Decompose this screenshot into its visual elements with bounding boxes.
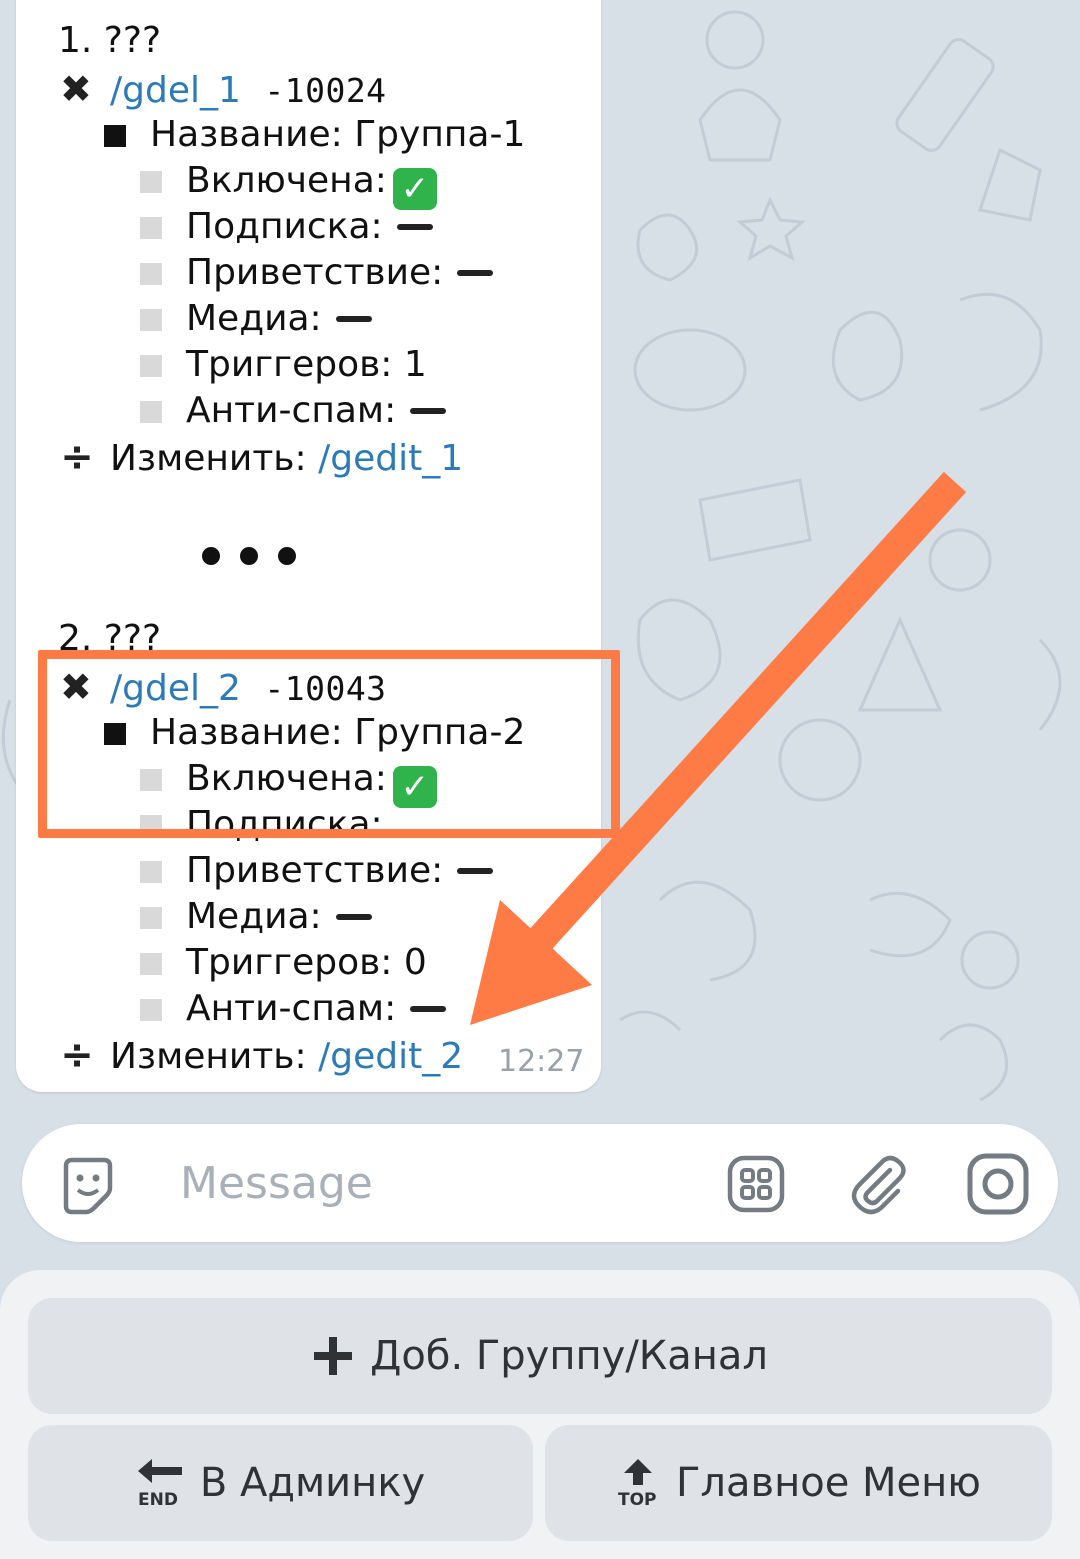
message-timestamp: 12:27 <box>498 1044 585 1079</box>
group-header: 1. ??? <box>58 20 162 61</box>
divide-icon: ÷ <box>60 434 94 480</box>
greeting-label: Приветствие: <box>186 252 444 293</box>
top-arrow-icon: TOP <box>616 1457 660 1509</box>
enabled-label: Включена: <box>186 160 387 201</box>
group-edit-row: ÷ Изменить: /gedit_2 <box>60 1032 463 1078</box>
minus-icon <box>410 1006 447 1012</box>
group-triggers-row: Триггеров: 0 <box>140 940 427 986</box>
edit-group-link[interactable]: /gedit_1 <box>318 438 463 479</box>
svg-text:TOP: TOP <box>618 1490 657 1509</box>
highlight-rectangle <box>38 650 620 838</box>
group-triggers-row: Триггеров: 1 <box>140 342 427 388</box>
group-media-row: Медиа: <box>140 894 372 940</box>
group-name-row: Название: Группа-1 <box>104 112 525 158</box>
media-label: Медиа: <box>186 298 322 339</box>
bot-commands-icon[interactable] <box>724 1152 788 1216</box>
group-delete-row: ✖ /gdel_1 -10024 <box>60 66 387 112</box>
group-id: -10024 <box>264 71 387 110</box>
minus-icon <box>457 270 494 276</box>
white-square-icon <box>140 217 162 239</box>
white-square-icon <box>140 171 162 193</box>
white-square-icon <box>140 907 162 929</box>
sticker-icon[interactable] <box>56 1152 120 1216</box>
divide-icon: ÷ <box>60 1032 94 1078</box>
cross-icon: ✖ <box>60 67 92 111</box>
white-square-icon <box>140 263 162 285</box>
message-bubble: 1. ??? ✖ /gdel_1 -10024 Название: Группа-… <box>16 0 601 1092</box>
group-greeting-row: Приветствие: <box>140 250 494 296</box>
ellipsis-dots <box>202 525 316 576</box>
minus-icon <box>335 914 372 920</box>
minus-icon <box>335 316 372 322</box>
end-arrow-icon: END <box>136 1457 184 1509</box>
svg-text:END: END <box>138 1490 178 1509</box>
attach-icon[interactable] <box>846 1152 910 1216</box>
minus-icon <box>410 408 447 414</box>
delete-group-link[interactable]: /gdel_1 <box>110 70 241 111</box>
add-group-label: Доб. Группу/Канал <box>370 1333 768 1379</box>
white-square-icon <box>140 401 162 423</box>
main-menu-label: Главное Меню <box>676 1460 981 1506</box>
antispam-label: Анти-спам: <box>186 390 397 431</box>
admin-button[interactable]: END В Админку <box>28 1425 533 1541</box>
minus-icon <box>396 224 433 230</box>
bot-keyboard: Доб. Группу/Канал END В Админку TOP Глав… <box>0 1270 1080 1559</box>
white-square-icon <box>140 861 162 883</box>
group-greeting-row: Приветствие: <box>140 848 494 894</box>
camera-icon[interactable] <box>966 1152 1030 1216</box>
group-enabled-row: Включена: ✓ <box>140 158 437 210</box>
white-square-icon <box>140 309 162 331</box>
edit-label: Изменить: <box>110 1036 307 1077</box>
minus-icon <box>457 868 494 874</box>
edit-group-link[interactable]: /gedit_2 <box>318 1036 463 1077</box>
group-antispam-row: Анти-спам: <box>140 986 447 1032</box>
add-group-button[interactable]: Доб. Группу/Канал <box>28 1298 1052 1414</box>
group-subscription-row: Подписка: <box>140 204 433 250</box>
triggers-label: Триггеров: 1 <box>186 344 427 385</box>
antispam-label: Анти-спам: <box>186 988 397 1029</box>
group-edit-row: ÷ Изменить: /gedit_1 <box>60 434 463 480</box>
admin-label: В Админку <box>199 1460 426 1506</box>
white-square-icon <box>140 999 162 1021</box>
edit-label: Изменить: <box>110 438 307 479</box>
white-square-icon <box>140 953 162 975</box>
group-antispam-row: Анти-спам: <box>140 388 447 434</box>
group-name: Название: Группа-1 <box>150 114 526 155</box>
media-label: Медиа: <box>186 896 322 937</box>
white-square-icon <box>140 355 162 377</box>
main-menu-button[interactable]: TOP Главное Меню <box>545 1425 1052 1541</box>
message-input-bar <box>22 1124 1058 1242</box>
black-square-icon <box>104 125 126 147</box>
group-media-row: Медиа: <box>140 296 372 342</box>
message-input[interactable] <box>180 1154 700 1212</box>
subscription-label: Подписка: <box>186 206 383 247</box>
triggers-label: Триггеров: 0 <box>186 942 427 983</box>
plus-icon <box>312 1335 354 1377</box>
greeting-label: Приветствие: <box>186 850 444 891</box>
